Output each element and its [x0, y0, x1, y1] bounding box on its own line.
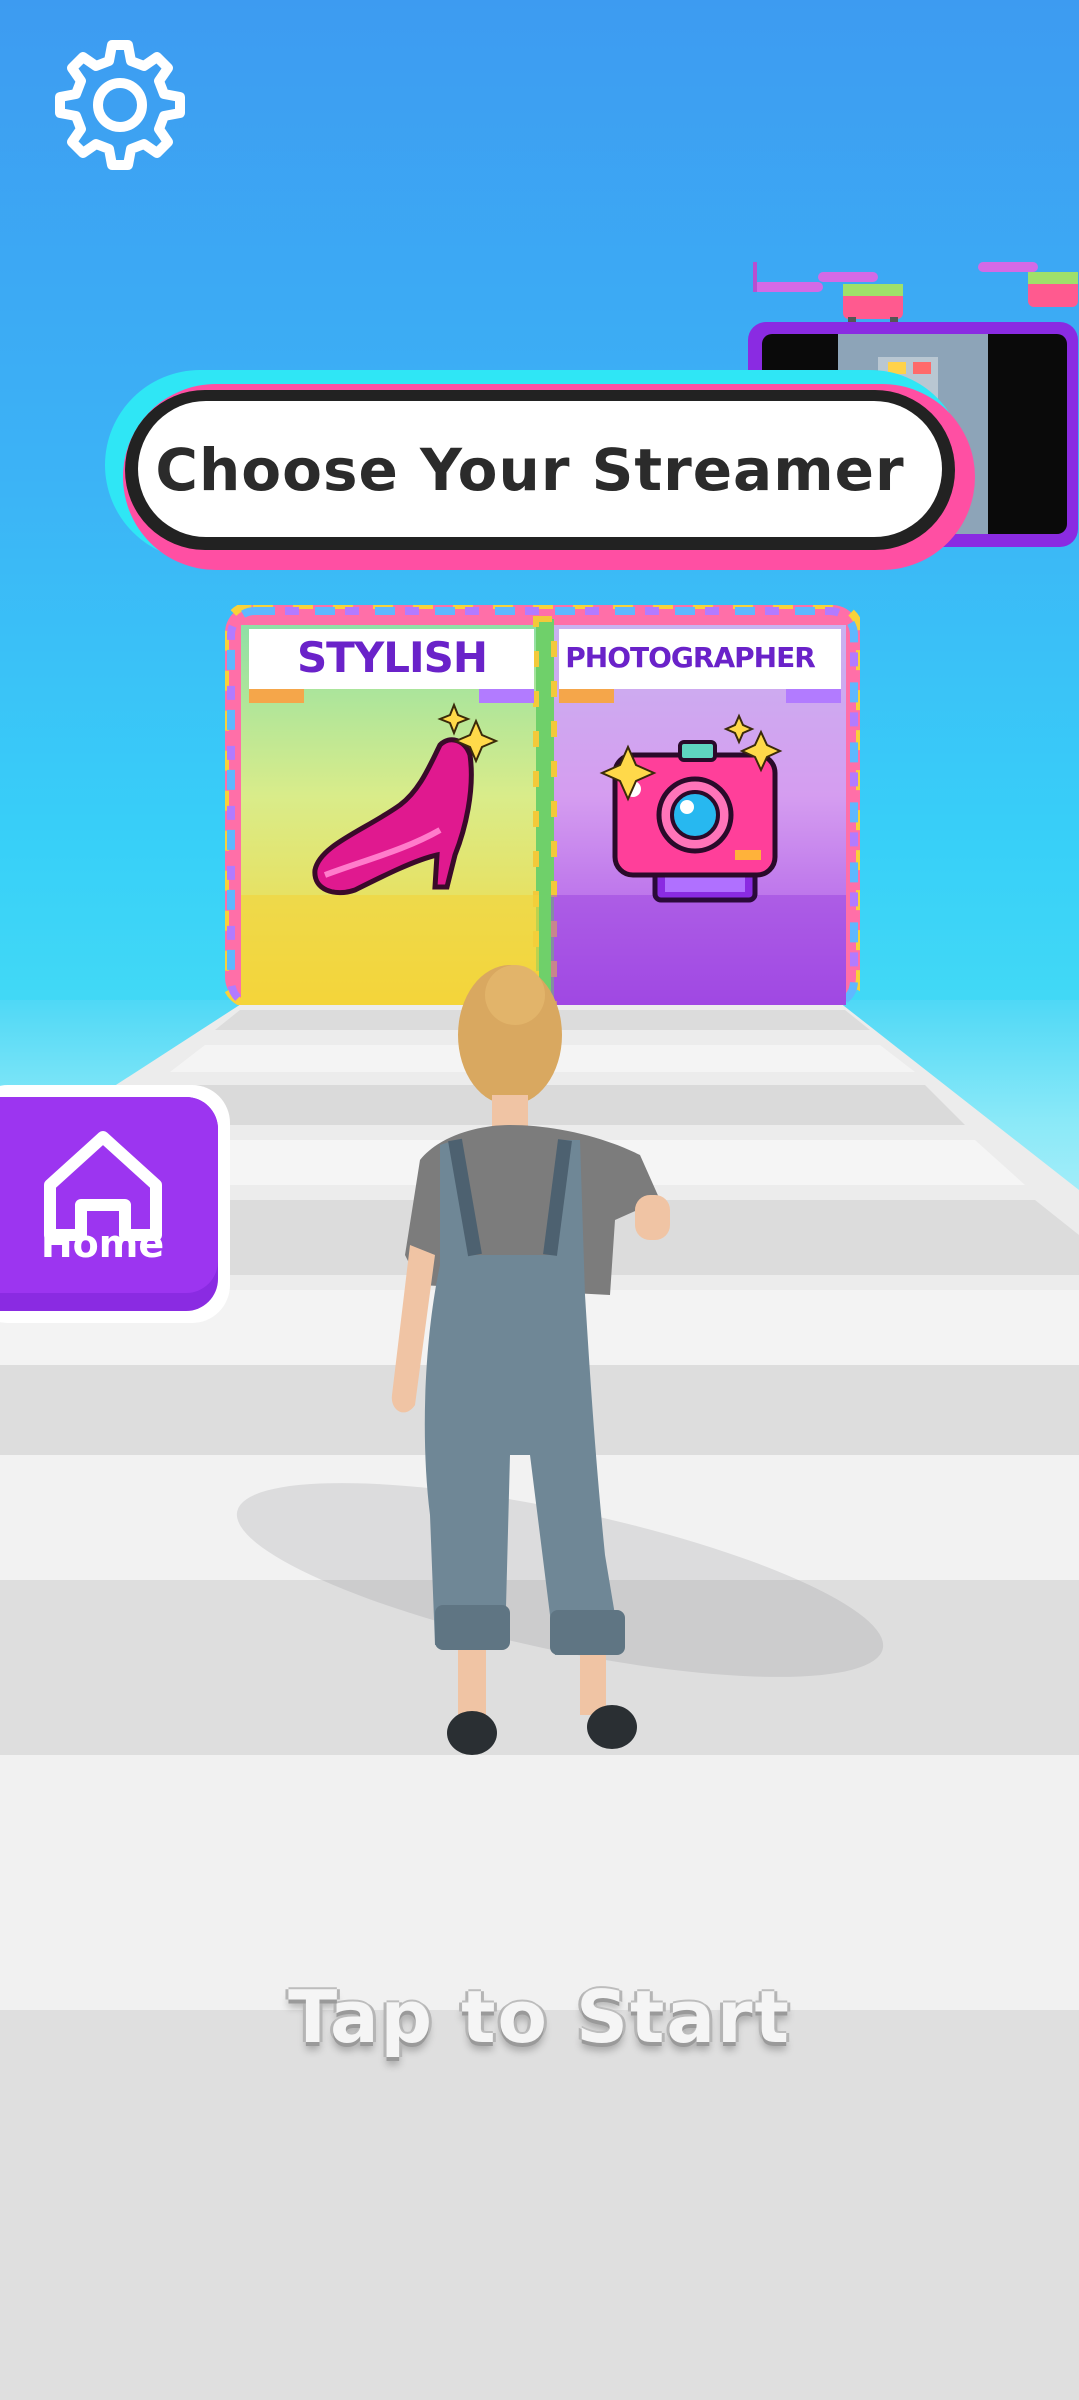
gear-icon[interactable] — [50, 35, 190, 175]
player-character — [391, 965, 670, 1755]
drone-left — [753, 262, 903, 332]
gate-label-photographer: PHOTOGRAPHER — [565, 641, 816, 674]
drone-right — [978, 262, 1078, 307]
home-button-label[interactable]: Home — [0, 1222, 205, 1266]
game-scene[interactable]: Choose Your Streamer STYLISH PHOTOGRAPHE… — [0, 0, 1079, 2400]
banner-title: Choose Your Streamer — [155, 436, 905, 504]
gate-label-stylish: STYLISH — [296, 633, 488, 682]
home-button[interactable] — [0, 1085, 232, 1323]
tap-to-start-prompt[interactable]: Tap to Start — [0, 1975, 1079, 2059]
